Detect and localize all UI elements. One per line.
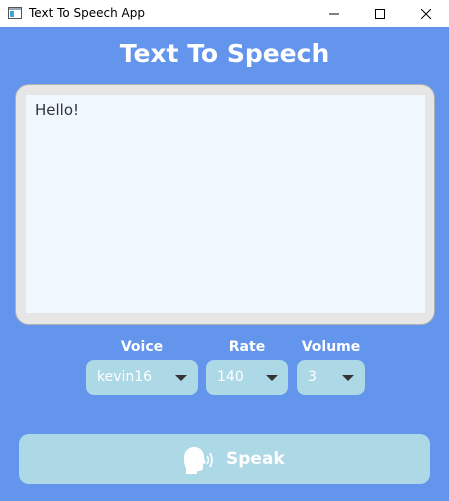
volume-value: 3 bbox=[308, 369, 317, 385]
text-input-area[interactable]: Hello! bbox=[26, 95, 425, 313]
text-input-frame: Hello! bbox=[15, 84, 435, 325]
chevron-down-icon bbox=[342, 375, 354, 381]
rate-value: 140 bbox=[217, 369, 244, 385]
maximize-button[interactable] bbox=[357, 0, 403, 27]
minimize-icon bbox=[329, 13, 339, 14]
minimize-button[interactable] bbox=[311, 0, 357, 27]
close-icon bbox=[421, 8, 431, 19]
app-content: Text To Speech Hello! Voice Rate Volume … bbox=[0, 27, 449, 501]
app-window-icon bbox=[8, 7, 22, 19]
speak-button-label: Speak bbox=[226, 449, 285, 469]
rate-label: Rate bbox=[228, 339, 266, 355]
volume-dropdown[interactable]: 3 bbox=[297, 360, 365, 395]
volume-label: Volume bbox=[301, 339, 361, 355]
speak-button[interactable]: Speak bbox=[19, 434, 430, 484]
window-title: Text To Speech App bbox=[29, 6, 145, 20]
voice-label: Voice bbox=[120, 339, 164, 355]
chevron-down-icon bbox=[266, 375, 278, 381]
rate-dropdown[interactable]: 140 bbox=[206, 360, 288, 395]
close-button[interactable] bbox=[403, 0, 449, 27]
maximize-icon bbox=[375, 8, 385, 19]
chevron-down-icon bbox=[175, 375, 187, 381]
voice-dropdown[interactable]: kevin16 bbox=[86, 360, 198, 395]
voice-value: kevin16 bbox=[97, 369, 153, 385]
page-title: Text To Speech bbox=[119, 39, 330, 68]
window-titlebar: Text To Speech App bbox=[0, 0, 449, 27]
speaking-head-icon bbox=[184, 447, 213, 474]
